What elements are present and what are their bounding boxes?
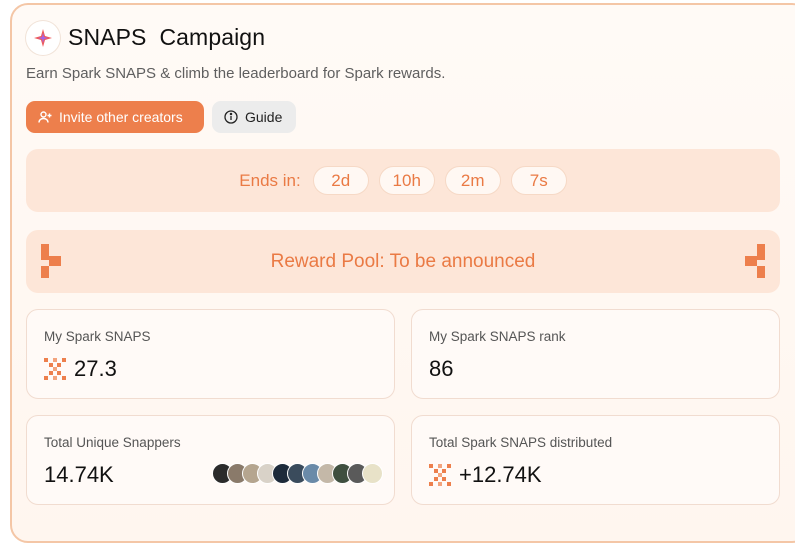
snapper-avatars[interactable]: [212, 463, 383, 484]
my-snaps-value-row: 27.3: [44, 356, 117, 382]
my-rank-value: 86: [429, 356, 454, 381]
snaps-distributed-value: +12.74K: [459, 462, 542, 487]
invite-creators-label: Invite other creators: [59, 109, 183, 125]
countdown-banner: Ends in: 2d 10h 2m 7s: [26, 149, 780, 212]
my-rank-label: My Spark SNAPS rank: [429, 329, 566, 344]
unique-snappers-label: Total Unique Snappers: [44, 435, 181, 450]
snaps-distributed-label: Total Spark SNAPS distributed: [429, 435, 613, 450]
my-snaps-card: My Spark SNAPS 27.3: [26, 309, 395, 399]
unique-snappers-card: Total Unique Snappers 14.74K: [26, 415, 395, 505]
reward-pool-banner: Reward Pool: To be announced: [26, 230, 780, 293]
pixel-decoration-icon: [741, 244, 765, 283]
countdown-hours: 10h: [378, 166, 435, 195]
campaign-subtitle: Earn Spark SNAPS & climb the leaderboard…: [26, 65, 446, 82]
guide-button[interactable]: Guide: [212, 101, 296, 133]
my-rank-card: My Spark SNAPS rank 86: [411, 309, 780, 399]
snaps-distributed-value-row: +12.74K: [429, 462, 542, 488]
snaps-token-icon: [429, 464, 451, 486]
pixel-decoration-icon: [41, 244, 65, 283]
countdown-seconds: 7s: [510, 166, 567, 195]
unique-snappers-value: 14.74K: [44, 462, 114, 487]
info-icon: [224, 110, 238, 124]
guide-label: Guide: [245, 109, 283, 125]
countdown-label: Ends in:: [239, 170, 301, 190]
add-user-icon: [38, 111, 52, 123]
snapper-avatar: [362, 463, 383, 484]
my-snaps-label: My Spark SNAPS: [44, 329, 151, 344]
countdown-days: 2d: [312, 166, 369, 195]
spark-logo-icon: [26, 21, 60, 55]
countdown-minutes: 2m: [444, 166, 501, 195]
campaign-title: SNAPS Campaign: [68, 24, 266, 50]
invite-creators-button[interactable]: Invite other creators: [26, 101, 204, 133]
snaps-token-icon: [44, 358, 66, 380]
my-snaps-value: 27.3: [74, 356, 117, 381]
snaps-distributed-card: Total Spark SNAPS distributed +12.74K: [411, 415, 780, 505]
reward-pool-text: Reward Pool: To be announced: [270, 250, 536, 272]
